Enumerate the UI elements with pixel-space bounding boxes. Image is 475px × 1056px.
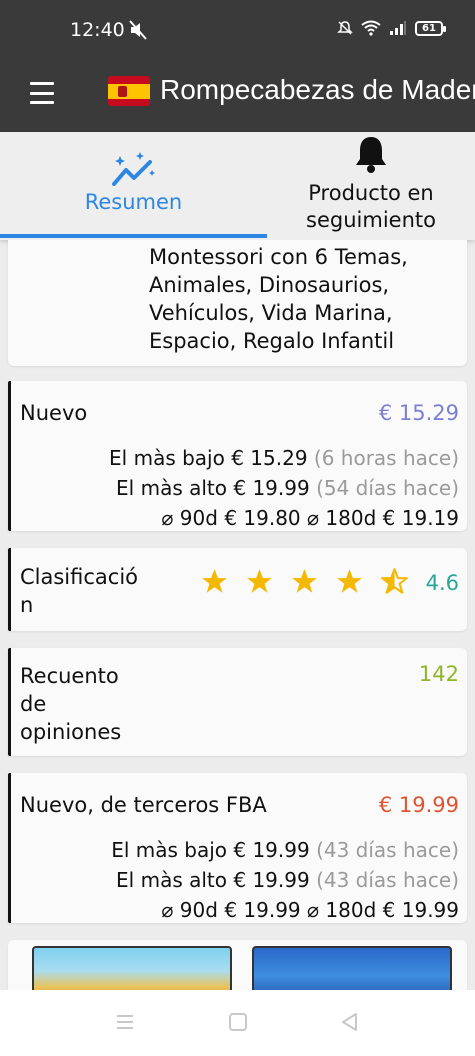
status-time: 12:40 xyxy=(70,19,125,41)
star-full-icon xyxy=(202,569,227,593)
sparkle-trend-icon xyxy=(111,152,155,186)
reviews-title: Recuento de opiniones xyxy=(20,664,122,744)
fba-average-row: ⌀ 90d € 19.99 ⌀ 180d € 19.99 xyxy=(161,898,459,922)
description-card: Montessori con 6 Temas, Animales, Dinosa… xyxy=(8,240,467,366)
product-title: Rompecabezas de Madera Bebe 1 2 3 Años xyxy=(160,74,475,105)
menu-icon[interactable] xyxy=(30,82,54,104)
product-image-thumbnail[interactable] xyxy=(252,946,452,990)
dnd-bell-icon xyxy=(337,21,353,35)
new-price-card[interactable]: Nuevo € 15.29 El màs bajo € 15.29 (6 hor… xyxy=(8,381,467,531)
fba-lowest-row: El màs bajo € 19.99 (43 días hace) xyxy=(111,838,459,862)
star-full-icon xyxy=(292,569,317,593)
tab-summary-label: Resumen xyxy=(84,190,183,214)
star-full-icon xyxy=(247,569,272,593)
fba-highest-row: El màs alto € 19.99 (43 días hace) xyxy=(116,868,459,892)
fba-price-value: € 19.99 xyxy=(378,793,459,817)
fba-price-card[interactable]: Nuevo, de terceros FBA € 19.99 El màs ba… xyxy=(8,773,467,923)
tab-tracking[interactable]: Producto en seguimiento xyxy=(267,132,475,240)
rating-title: Clasificación xyxy=(20,565,139,617)
status-bar: 12:40 61 xyxy=(0,0,475,60)
battery-icon: 61 xyxy=(415,20,446,36)
product-description: Montessori con 6 Temas, Animales, Dinosa… xyxy=(149,245,408,353)
product-images-card xyxy=(8,940,467,990)
new-highest-row: El màs alto € 19.99 (54 días hace) xyxy=(116,476,459,500)
spain-flag-icon xyxy=(108,76,150,106)
reviews-card[interactable]: Recuento de opiniones 142 xyxy=(8,648,467,756)
system-nav-bar xyxy=(0,990,475,1056)
mute-icon xyxy=(129,20,147,40)
signal-icon xyxy=(390,21,406,35)
tab-tracking-label: Producto en seguimiento xyxy=(306,181,436,232)
rating-card[interactable]: Clasificación 4.6 xyxy=(8,548,467,631)
tab-bar: Resumen Producto en seguimiento xyxy=(0,132,475,240)
fba-price-stats: El màs bajo € 19.99 (43 días hace) El mà… xyxy=(111,835,459,925)
new-price-title: Nuevo xyxy=(20,401,88,425)
back-icon[interactable] xyxy=(338,1010,362,1034)
wifi-icon xyxy=(361,20,381,36)
tab-summary[interactable]: Resumen xyxy=(0,132,267,240)
tab-active-indicator xyxy=(0,234,267,238)
rating-value: 4.6 xyxy=(425,571,459,595)
home-icon[interactable] xyxy=(226,1010,250,1034)
product-image-thumbnail[interactable] xyxy=(32,946,232,990)
fba-price-title: Nuevo, de terceros FBA xyxy=(20,793,267,817)
new-price-value: € 15.29 xyxy=(378,401,459,425)
rating-stars xyxy=(201,568,408,595)
app-bar: Rompecabezas de Madera Bebe 1 2 3 Años xyxy=(0,60,475,132)
new-price-stats: El màs bajo € 15.29 (6 horas hace) El mà… xyxy=(109,443,459,533)
recent-apps-icon[interactable] xyxy=(113,1010,137,1034)
new-average-row: ⌀ 90d € 19.80 ⌀ 180d € 19.19 xyxy=(161,506,459,530)
summary-content[interactable]: Montessori con 6 Temas, Animales, Dinosa… xyxy=(0,240,475,990)
star-half-icon xyxy=(381,568,408,594)
bell-icon xyxy=(356,137,386,173)
new-lowest-row: El màs bajo € 15.29 (6 horas hace) xyxy=(109,446,459,470)
reviews-value: 142 xyxy=(418,662,459,686)
star-full-icon xyxy=(337,569,362,593)
